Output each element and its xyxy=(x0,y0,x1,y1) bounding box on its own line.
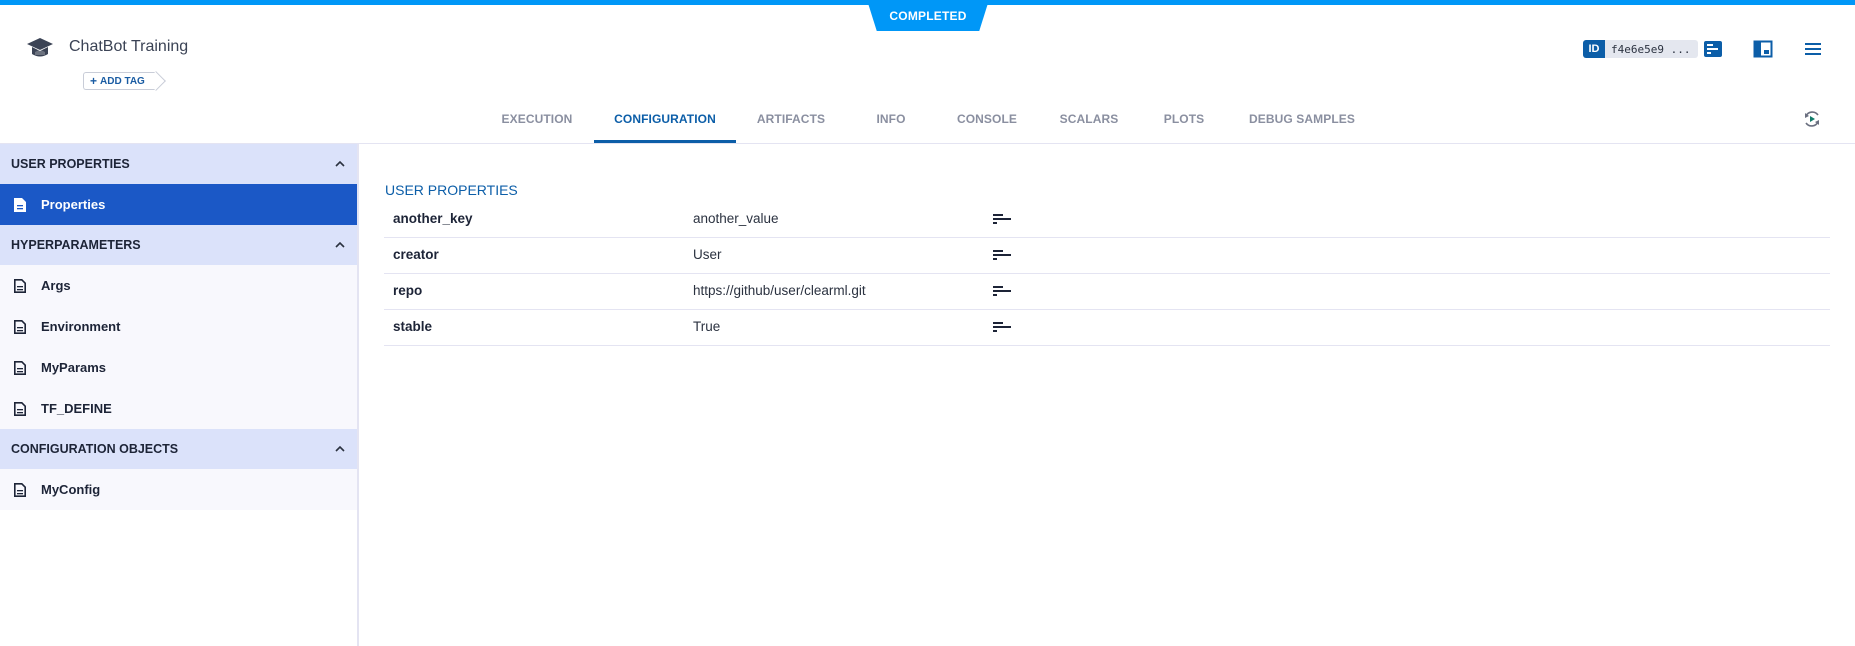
sidebar-item-myparams[interactable]: MyParams xyxy=(0,347,357,388)
property-value: User xyxy=(693,247,722,262)
sidebar-item-tf-define[interactable]: TF_DEFINE xyxy=(0,388,357,429)
property-value: another_value xyxy=(693,211,779,226)
graduation-cap-icon xyxy=(26,37,54,59)
id-label: ID xyxy=(1583,40,1605,58)
document-icon xyxy=(13,319,27,335)
property-value: True xyxy=(693,319,720,334)
chevron-up-icon xyxy=(334,443,346,455)
info-panel-icon[interactable] xyxy=(1703,40,1723,58)
table-row: another_key another_value xyxy=(384,202,1830,238)
sidebar-item-label: Environment xyxy=(41,319,120,334)
sidebar-item-environment[interactable]: Environment xyxy=(0,306,357,347)
chevron-up-icon xyxy=(334,239,346,251)
tab-configuration[interactable]: CONFIGURATION xyxy=(594,103,736,143)
document-icon xyxy=(13,278,27,294)
sidebar-item-label: MyParams xyxy=(41,360,106,375)
description-icon[interactable] xyxy=(993,285,1012,297)
tab-debug-samples[interactable]: DEBUG SAMPLES xyxy=(1242,103,1362,143)
sidebar-item-args[interactable]: Args xyxy=(0,265,357,306)
property-key: repo xyxy=(393,283,422,298)
property-key: stable xyxy=(393,319,432,334)
status-badge: COMPLETED xyxy=(867,0,989,31)
description-icon[interactable] xyxy=(993,213,1012,225)
table-row: stable True xyxy=(384,310,1830,346)
properties-table: another_key another_value creator User r… xyxy=(384,202,1830,346)
table-row: repo https://github/user/clearml.git xyxy=(384,274,1830,310)
layout-toggle-icon[interactable] xyxy=(1753,40,1773,58)
section-title: CONFIGURATION OBJECTS xyxy=(11,442,178,456)
table-row: creator User xyxy=(384,238,1830,274)
tab-info[interactable]: INFO xyxy=(862,103,920,143)
property-value: https://github/user/clearml.git xyxy=(693,283,866,298)
tab-plots[interactable]: PLOTS xyxy=(1152,103,1216,143)
sidebar-item-label: Properties xyxy=(41,197,105,212)
add-tag-button[interactable]: + ADD TAG xyxy=(83,72,155,90)
property-key: another_key xyxy=(393,211,473,226)
hamburger-menu-icon[interactable] xyxy=(1803,40,1823,58)
config-sidebar: USER PROPERTIES Properties HYPERPARAMETE… xyxy=(0,144,359,646)
document-icon xyxy=(13,482,27,498)
sidebar-item-label: MyConfig xyxy=(41,482,100,497)
id-value: f4e6e5e9 ... xyxy=(1605,40,1698,58)
sidebar-item-myconfig[interactable]: MyConfig xyxy=(0,469,357,510)
section-hyperparameters[interactable]: HYPERPARAMETERS xyxy=(0,225,357,265)
section-title: HYPERPARAMETERS xyxy=(11,238,141,252)
auto-refresh-icon[interactable] xyxy=(1802,109,1822,129)
sidebar-item-properties[interactable]: Properties xyxy=(0,184,357,225)
sidebar-item-label: TF_DEFINE xyxy=(41,401,112,416)
tab-console[interactable]: CONSOLE xyxy=(948,103,1026,143)
description-icon[interactable] xyxy=(993,321,1012,333)
property-key: creator xyxy=(393,247,439,262)
tab-bar: EXECUTION CONFIGURATION ARTIFACTS INFO C… xyxy=(0,103,1855,144)
plus-icon: + xyxy=(90,74,97,88)
description-icon[interactable] xyxy=(993,249,1012,261)
document-icon xyxy=(13,360,27,376)
section-user-properties[interactable]: USER PROPERTIES xyxy=(0,144,357,184)
section-configuration-objects[interactable]: CONFIGURATION OBJECTS xyxy=(0,429,357,469)
task-id-badge[interactable]: ID f4e6e5e9 ... xyxy=(1583,40,1698,58)
section-heading: USER PROPERTIES xyxy=(385,182,518,198)
chevron-up-icon xyxy=(334,158,346,170)
tab-execution[interactable]: EXECUTION xyxy=(490,103,584,143)
tab-scalars[interactable]: SCALARS xyxy=(1050,103,1128,143)
task-title: ChatBot Training xyxy=(69,38,188,56)
document-icon xyxy=(13,401,27,417)
tab-artifacts[interactable]: ARTIFACTS xyxy=(748,103,834,143)
document-icon xyxy=(13,197,27,213)
sidebar-item-label: Args xyxy=(41,278,71,293)
add-tag-label: ADD TAG xyxy=(100,76,145,87)
section-title: USER PROPERTIES xyxy=(11,157,130,171)
